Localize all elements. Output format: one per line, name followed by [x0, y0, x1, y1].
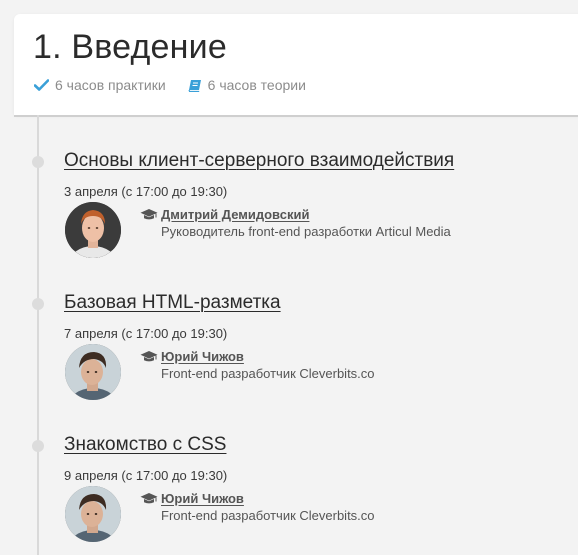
lesson-date: 3 апреля (с 17:00 до 19:30) — [64, 184, 228, 199]
theory-hours-item: 6 часов теории — [188, 77, 306, 93]
theory-hours-label: 6 часов теории — [207, 77, 306, 93]
teacher-info: Юрий Чижов Front-end разработчик Cleverb… — [140, 349, 375, 381]
section-header-card: 1. Введение 6 часов практики 6 часов тео… — [14, 14, 578, 115]
teacher-info: Юрий Чижов Front-end разработчик Cleverb… — [140, 491, 375, 523]
timeline-dot — [32, 298, 44, 310]
teacher-avatar — [65, 344, 121, 400]
timeline-dot — [32, 440, 44, 452]
lesson-date: 7 апреля (с 17:00 до 19:30) — [64, 326, 228, 341]
teacher-avatar — [65, 202, 121, 258]
teacher-role: Front-end разработчик Cleverbits.co — [161, 508, 375, 523]
lesson-date: 9 апреля (с 17:00 до 19:30) — [64, 468, 228, 483]
lesson-title-link[interactable]: Знакомство с CSS — [64, 434, 226, 456]
section-meta: 6 часов практики 6 часов теории — [33, 77, 328, 93]
timeline-line — [37, 115, 39, 555]
graduation-cap-icon — [140, 492, 158, 505]
checkmark-icon — [33, 79, 50, 91]
book-icon — [188, 79, 202, 92]
teacher-avatar — [65, 486, 121, 542]
lesson-title-link[interactable]: Базовая HTML-разметка — [64, 292, 281, 314]
lesson-title-link[interactable]: Основы клиент-серверного взаимодействия — [64, 150, 454, 172]
course-program-page: 1. Введение 6 часов практики 6 часов тео… — [0, 0, 578, 555]
teacher-name-link[interactable]: Юрий Чижов — [161, 349, 244, 364]
teacher-role: Руководитель front-end разработки Articu… — [161, 224, 451, 239]
timeline-dot — [32, 156, 44, 168]
graduation-cap-icon — [140, 350, 158, 363]
teacher-info: Дмитрий Демидовский Руководитель front-e… — [140, 207, 451, 239]
section-title: 1. Введение — [33, 28, 227, 66]
practice-hours-label: 6 часов практики — [55, 77, 166, 93]
teacher-role: Front-end разработчик Cleverbits.co — [161, 366, 375, 381]
teacher-name-link[interactable]: Юрий Чижов — [161, 491, 244, 506]
teacher-name-link[interactable]: Дмитрий Демидовский — [161, 207, 309, 222]
practice-hours-item: 6 часов практики — [33, 77, 166, 93]
graduation-cap-icon — [140, 208, 158, 221]
